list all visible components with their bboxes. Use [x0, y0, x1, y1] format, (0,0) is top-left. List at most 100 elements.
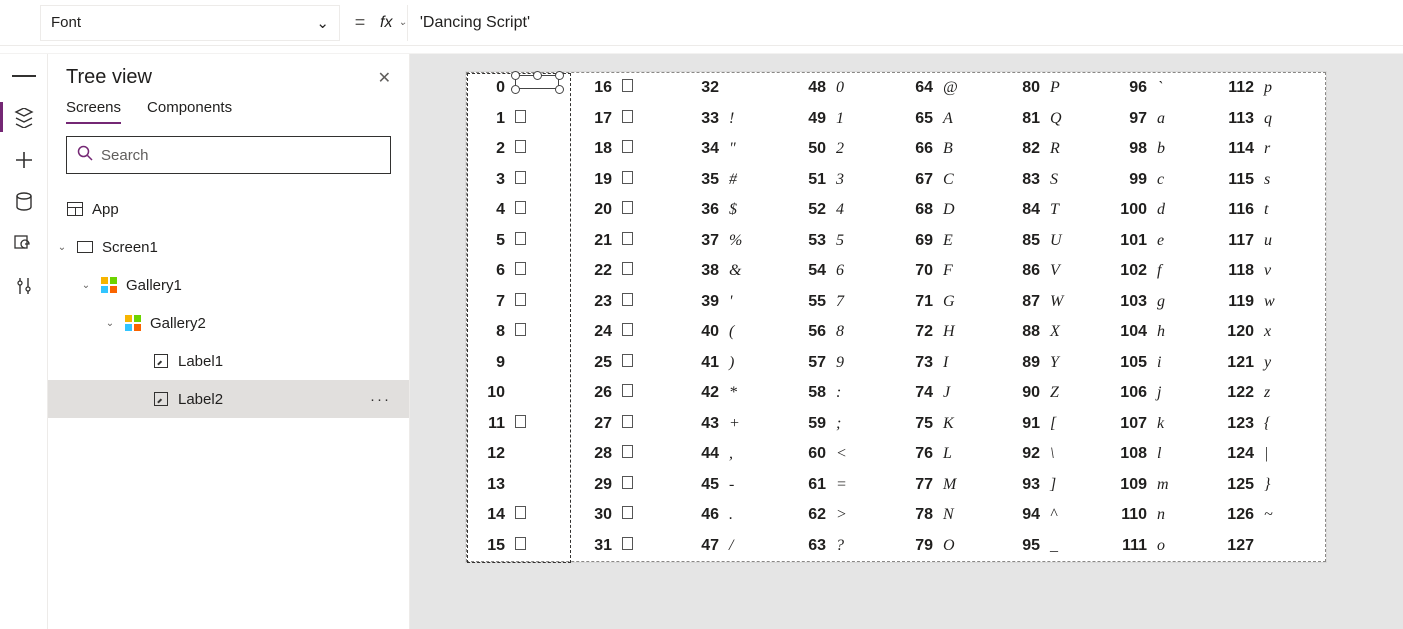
tab-screens[interactable]: Screens [66, 99, 121, 124]
media-icon[interactable] [12, 232, 36, 256]
ascii-code: 101 [1109, 232, 1157, 250]
ascii-glyph [622, 537, 668, 555]
close-icon[interactable]: ✕ [378, 68, 391, 88]
ascii-cell: 546 [788, 256, 895, 287]
data-icon[interactable] [12, 190, 36, 214]
canvas[interactable]: 0123456789101112131415161718192021222324… [410, 54, 1403, 629]
chevron-down-icon: ⌄ [398, 17, 406, 28]
ascii-cell: 46. [681, 500, 788, 531]
tree-node-label2[interactable]: Label2 ··· [48, 380, 409, 418]
ascii-code: 31 [574, 537, 622, 555]
ascii-column: 48049150251352453554655756857958:59;60<6… [788, 73, 895, 561]
ascii-code: 92 [1002, 445, 1050, 463]
ascii-cell: 95_ [1002, 531, 1109, 562]
ascii-glyph: + [729, 415, 775, 433]
gallery-icon [101, 277, 117, 293]
more-icon[interactable]: ··· [370, 391, 391, 408]
ascii-glyph: > [836, 506, 882, 524]
ascii-cell: 22 [574, 256, 681, 287]
ascii-glyph: & [729, 262, 775, 280]
ascii-cell: 67C [895, 165, 1002, 196]
ascii-code: 52 [788, 201, 836, 219]
ascii-cell: 63? [788, 531, 895, 562]
ascii-cell: 127 [1216, 531, 1323, 562]
treeview-icon[interactable] [12, 106, 36, 130]
ascii-cell: 524 [788, 195, 895, 226]
ascii-code: 86 [1002, 262, 1050, 280]
ascii-code: 41 [681, 354, 729, 372]
ascii-code: 82 [1002, 140, 1050, 158]
ascii-cell: 30 [574, 500, 681, 531]
tree-node-app[interactable]: App [48, 190, 409, 228]
ascii-code: 37 [681, 232, 729, 250]
ascii-code: 120 [1216, 323, 1264, 341]
chevron-down-icon[interactable]: ⌄ [104, 318, 116, 329]
selection-handles[interactable] [511, 71, 567, 97]
ascii-cell: 117u [1216, 226, 1323, 257]
ascii-cell: 72H [895, 317, 1002, 348]
ascii-code: 119 [1216, 293, 1264, 311]
tree-node-gallery2[interactable]: ⌄ Gallery2 [48, 304, 409, 342]
insert-icon[interactable] [12, 148, 36, 172]
ascii-glyph: E [943, 232, 989, 250]
ascii-code: 105 [1109, 354, 1157, 372]
equals-label: = [340, 12, 380, 33]
ascii-glyph: . [729, 506, 775, 524]
ascii-code: 18 [574, 140, 622, 158]
ascii-cell: 28 [574, 439, 681, 470]
ascii-cell: 88X [1002, 317, 1109, 348]
tree-node-screen1[interactable]: ⌄ Screen1 [48, 228, 409, 266]
tab-components[interactable]: Components [147, 99, 232, 124]
property-dropdown[interactable]: Font ⌄ [40, 5, 340, 41]
tree-node-label1[interactable]: Label1 [48, 342, 409, 380]
ascii-glyph: z [1264, 384, 1310, 402]
ascii-cell: 23 [574, 287, 681, 318]
ascii-column: 80P81Q82R83S84T85U86V87W88X89Y90Z91[92\9… [1002, 73, 1109, 561]
tree-node-gallery1[interactable]: ⌄ Gallery1 [48, 266, 409, 304]
ascii-code: 66 [895, 140, 943, 158]
tree-label: Label1 [178, 353, 223, 370]
ascii-cell: 115s [1216, 165, 1323, 196]
ascii-glyph: M [943, 476, 989, 494]
ascii-code: 29 [574, 476, 622, 494]
ascii-column: 64@65A66B67C68D69E70F71G72H73I74J75K76L7… [895, 73, 1002, 561]
ascii-cell: 82R [1002, 134, 1109, 165]
ascii-glyph: w [1264, 293, 1310, 311]
chevron-down-icon[interactable]: ⌄ [56, 242, 68, 253]
ascii-code: 115 [1216, 171, 1264, 189]
ascii-code: 33 [681, 110, 729, 128]
ascii-glyph: 5 [836, 232, 882, 250]
ascii-cell: 99c [1109, 165, 1216, 196]
ascii-cell: 94^ [1002, 500, 1109, 531]
fx-button[interactable]: fx ⌄ [380, 14, 407, 32]
ascii-glyph: R [1050, 140, 1096, 158]
ascii-code: 116 [1216, 201, 1264, 219]
ascii-code: 23 [574, 293, 622, 311]
ascii-glyph: t [1264, 201, 1310, 219]
ascii-cell: 480 [788, 73, 895, 104]
tree-label: Gallery2 [150, 315, 206, 332]
ascii-glyph [622, 293, 668, 311]
ascii-cell: 45- [681, 470, 788, 501]
ascii-cell: 58: [788, 378, 895, 409]
formula-input[interactable]: 'Dancing Script' [407, 5, 1403, 41]
ascii-glyph: ? [836, 537, 882, 555]
ascii-code: 24 [574, 323, 622, 341]
ascii-glyph: b [1157, 140, 1203, 158]
search-input[interactable]: Search [66, 136, 391, 174]
ascii-glyph: y [1264, 354, 1310, 372]
hamburger-icon[interactable] [12, 64, 36, 88]
tools-icon[interactable] [12, 274, 36, 298]
ascii-cell: 73I [895, 348, 1002, 379]
ascii-glyph: ` [1157, 79, 1203, 97]
ascii-code: 104 [1109, 323, 1157, 341]
ascii-cell: 64@ [895, 73, 1002, 104]
ascii-glyph [622, 79, 668, 97]
ascii-glyph: o [1157, 537, 1203, 555]
chevron-down-icon[interactable]: ⌄ [80, 280, 92, 291]
ascii-cell: 74J [895, 378, 1002, 409]
gallery-preview[interactable]: 0123456789101112131415161718192021222324… [466, 72, 1326, 562]
ascii-code: 65 [895, 110, 943, 128]
ascii-cell: 24 [574, 317, 681, 348]
ascii-cell: 120x [1216, 317, 1323, 348]
